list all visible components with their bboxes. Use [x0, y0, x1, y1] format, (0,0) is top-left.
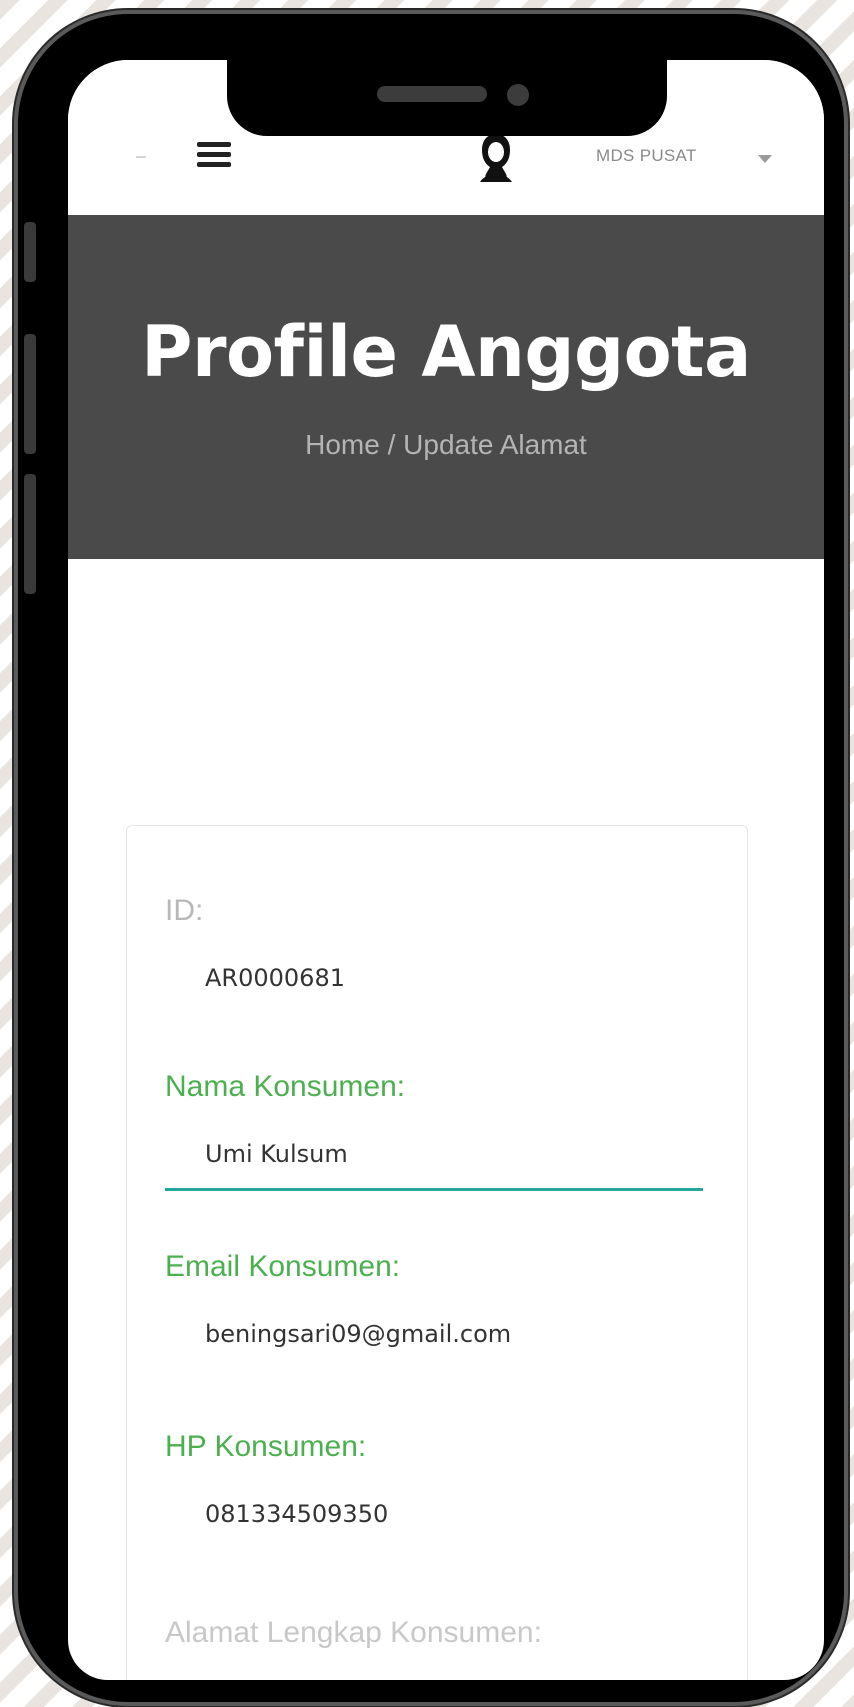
hp-konsumen-field[interactable]: 081334509350: [205, 1500, 388, 1528]
front-camera: [507, 84, 529, 106]
caret-down-icon[interactable]: [758, 155, 772, 163]
hamburger-icon[interactable]: [197, 142, 231, 168]
nama-konsumen-field[interactable]: Umi Kulsum: [205, 1140, 348, 1168]
page-title: Profile Anggota: [141, 311, 751, 393]
back-indicator: [136, 156, 146, 158]
page-hero: Profile Anggota Home / Update Alamat: [68, 215, 824, 559]
phone-side-button: [24, 222, 36, 282]
phone-notch: [227, 58, 667, 136]
phone-frame: MDS PUSAT Profile Anggota Home / Update …: [18, 14, 844, 1702]
breadcrumb[interactable]: Home / Update Alamat: [68, 429, 824, 461]
hp-konsumen-label: HP Konsumen:: [165, 1430, 367, 1463]
phone-screen: MDS PUSAT Profile Anggota Home / Update …: [68, 60, 824, 1680]
phone-side-button: [24, 334, 36, 454]
profile-form-card: ID: AR0000681 Nama Konsumen: Umi Kulsum …: [126, 825, 748, 1680]
email-konsumen-label: Email Konsumen:: [165, 1250, 401, 1283]
speaker-grille: [377, 86, 487, 102]
alamat-konsumen-label: Alamat Lengkap Konsumen:: [165, 1616, 542, 1649]
phone-side-button: [24, 474, 36, 594]
id-label: ID:: [165, 894, 204, 927]
id-field[interactable]: AR0000681: [205, 964, 345, 992]
nama-konsumen-label: Nama Konsumen:: [165, 1070, 406, 1103]
branch-selector-label[interactable]: MDS PUSAT: [596, 146, 697, 166]
nama-field-underline: [165, 1188, 703, 1191]
email-konsumen-field[interactable]: beningsari09@gmail.com: [205, 1320, 511, 1348]
user-hijab-icon[interactable]: [476, 130, 516, 186]
